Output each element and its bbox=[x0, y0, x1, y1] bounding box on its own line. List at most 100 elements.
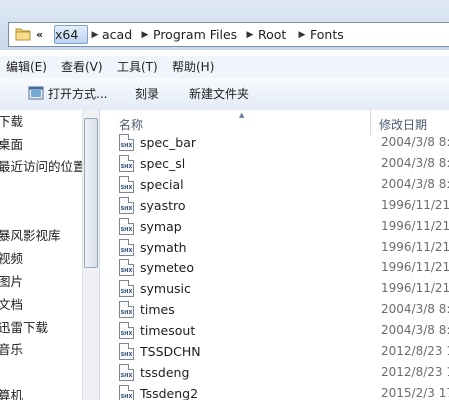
chevron-right-icon[interactable]: ▶ bbox=[244, 26, 256, 44]
file-date-modified: 2004/3/8 8:2 bbox=[381, 135, 449, 149]
folder-icon bbox=[15, 28, 31, 41]
file-type-label: SHX bbox=[120, 310, 133, 317]
file-name: TSSDCHN bbox=[140, 344, 201, 359]
nav-item-downloads[interactable]: 下载 bbox=[0, 113, 23, 131]
menu-bar: 编辑(E) 查看(V) 工具(T) 帮助(H) bbox=[0, 56, 449, 78]
nav-item-desktop[interactable]: 桌面 bbox=[0, 136, 23, 154]
file-row[interactable]: SHX symap 1996/11/21 bbox=[100, 216, 449, 237]
chevron-right-icon[interactable]: ▶ bbox=[89, 26, 101, 44]
shx-file-icon: SHX bbox=[119, 238, 134, 256]
nav-item-music[interactable]: 音乐 bbox=[0, 341, 23, 359]
file-name: symusic bbox=[140, 281, 191, 297]
file-type-label: SHX bbox=[120, 372, 133, 379]
column-divider[interactable] bbox=[370, 110, 371, 136]
breadcrumb-root[interactable]: Root bbox=[258, 26, 286, 44]
file-type-label: SHX bbox=[120, 143, 133, 149]
file-type-label: SHX bbox=[120, 184, 133, 191]
nav-item-pictures[interactable]: 图片 bbox=[0, 273, 23, 291]
menu-view[interactable]: 查看(V) bbox=[61, 59, 103, 75]
file-date-modified: 2004/3/8 8:2 bbox=[381, 323, 449, 338]
file-row[interactable]: SHX special 2004/3/8 8:2 bbox=[100, 174, 449, 195]
menu-help[interactable]: 帮助(H) bbox=[172, 59, 214, 75]
file-date-modified: 2012/8/23 1 bbox=[381, 364, 449, 379]
shx-file-icon: SHX bbox=[119, 322, 134, 340]
nav-item-documents[interactable]: 文档 bbox=[0, 296, 23, 314]
shx-file-icon: SHX bbox=[119, 301, 134, 319]
file-row[interactable]: SHX symusic 1996/11/21 bbox=[100, 278, 449, 299]
menu-tools[interactable]: 工具(T) bbox=[117, 59, 158, 75]
file-row[interactable]: SHX Tssdeng2 2015/2/3 17 bbox=[100, 383, 449, 400]
file-row[interactable]: SHX syastro 1996/11/21 bbox=[100, 195, 449, 216]
shx-file-icon: SHX bbox=[119, 363, 134, 381]
nav-item-computer[interactable]: 算机 bbox=[0, 387, 23, 400]
breadcrumb-x64[interactable]: x64 bbox=[55, 26, 78, 44]
breadcrumb-program-files[interactable]: Program Files bbox=[153, 26, 237, 44]
file-date-modified: 1996/11/21 bbox=[381, 239, 449, 254]
file-date-modified: 2015/2/3 17 bbox=[381, 385, 449, 400]
file-name: symeteo bbox=[140, 260, 195, 276]
file-date-modified: 1996/11/21 bbox=[381, 260, 449, 275]
nav-scrollbar-thumb[interactable] bbox=[84, 118, 98, 268]
shx-file-icon: SHX bbox=[119, 217, 134, 235]
file-name: syastro bbox=[140, 197, 186, 213]
sort-ascending-icon: ▲ bbox=[239, 111, 245, 119]
file-row[interactable]: SHX tssdeng 2012/8/23 1 bbox=[100, 362, 449, 383]
file-name: Tssdeng2 bbox=[140, 385, 199, 400]
file-type-label: SHX bbox=[120, 268, 133, 275]
file-row[interactable]: SHX symeteo 1996/11/21 bbox=[100, 257, 449, 278]
nav-item-baofeng-library[interactable]: 暴风影视库 bbox=[0, 227, 61, 245]
file-row[interactable]: SHX symath 1996/11/21 bbox=[100, 237, 449, 258]
breadcrumb-acad[interactable]: acad bbox=[102, 26, 132, 44]
file-date-modified: 2004/3/8 8:2 bbox=[381, 176, 449, 191]
chevron-right-icon[interactable]: ▶ bbox=[139, 26, 151, 44]
address-bar[interactable]: « x64 ▶ acad ▶ Program Files ▶ Root ▶ Fo… bbox=[8, 22, 449, 47]
file-date-modified: 2004/3/8 8:2 bbox=[381, 302, 449, 317]
nav-item-recent-places[interactable]: 最近访问的位置 bbox=[0, 158, 86, 176]
file-name: symath bbox=[140, 239, 187, 255]
shx-file-icon: SHX bbox=[119, 134, 134, 151]
shx-file-icon: SHX bbox=[119, 196, 134, 214]
file-date-modified: 2012/8/23 1 bbox=[381, 344, 449, 358]
nav-item-videos[interactable]: 视频 bbox=[0, 250, 23, 268]
nav-scrollbar[interactable] bbox=[82, 110, 100, 400]
file-type-label: SHX bbox=[120, 352, 133, 358]
file-name: spec_sl bbox=[140, 155, 186, 171]
new-folder-button[interactable]: 新建文件夹 bbox=[189, 86, 249, 102]
file-date-modified: 2004/3/8 8:2 bbox=[381, 155, 449, 170]
file-row[interactable]: SHX timesout 2004/3/8 8:2 bbox=[100, 320, 449, 341]
breadcrumb-overflow[interactable]: « bbox=[36, 26, 43, 44]
command-bar: 打开方式... 刻录 新建文件夹 bbox=[0, 78, 449, 111]
file-name: spec_bar bbox=[140, 135, 196, 150]
file-type-label: SHX bbox=[120, 289, 133, 296]
menu-edit[interactable]: 编辑(E) bbox=[6, 59, 47, 75]
open-with-icon bbox=[28, 86, 44, 100]
file-name: symap bbox=[140, 218, 182, 234]
nav-item-thunder-downloads[interactable]: 迅雷下载 bbox=[0, 319, 48, 337]
burn-button[interactable]: 刻录 bbox=[135, 86, 159, 102]
address-bar-area: « x64 ▶ acad ▶ Program Files ▶ Root ▶ Fo… bbox=[0, 0, 449, 50]
file-date-modified: 1996/11/21 bbox=[381, 281, 449, 296]
shx-file-icon: SHX bbox=[119, 259, 134, 277]
shx-file-icon: SHX bbox=[119, 343, 134, 360]
shx-file-icon: SHX bbox=[119, 154, 134, 172]
breadcrumb-fonts[interactable]: Fonts bbox=[310, 26, 344, 44]
file-row[interactable]: SHX times 2004/3/8 8:2 bbox=[100, 299, 449, 320]
file-name: tssdeng bbox=[140, 364, 190, 380]
file-type-label: SHX bbox=[120, 393, 133, 400]
file-date-modified: 1996/11/21 bbox=[381, 197, 449, 212]
file-row[interactable]: SHX TSSDCHN 2012/8/23 1 bbox=[100, 341, 449, 362]
file-name: timesout bbox=[140, 323, 196, 339]
file-type-label: SHX bbox=[120, 205, 133, 212]
open-with-button[interactable]: 打开方式... bbox=[48, 86, 107, 102]
file-type-label: SHX bbox=[120, 331, 133, 338]
shx-file-icon: SHX bbox=[119, 384, 134, 400]
chevron-right-icon[interactable]: ▶ bbox=[296, 26, 308, 44]
file-date-modified: 1996/11/21 bbox=[381, 218, 449, 233]
file-type-label: SHX bbox=[120, 163, 133, 170]
shx-file-icon: SHX bbox=[119, 280, 134, 298]
file-list: 名称 修改日期 SHXspec_bar2004/3/8 8:2SHXspec_s… bbox=[100, 110, 449, 400]
file-type-label: SHX bbox=[120, 247, 133, 254]
file-row[interactable]: SHX spec_sl 2004/3/8 8:2 bbox=[100, 153, 449, 174]
file-name: special bbox=[140, 176, 184, 192]
file-row[interactable]: SHX spec_bar 2004/3/8 8:2 bbox=[100, 132, 449, 153]
